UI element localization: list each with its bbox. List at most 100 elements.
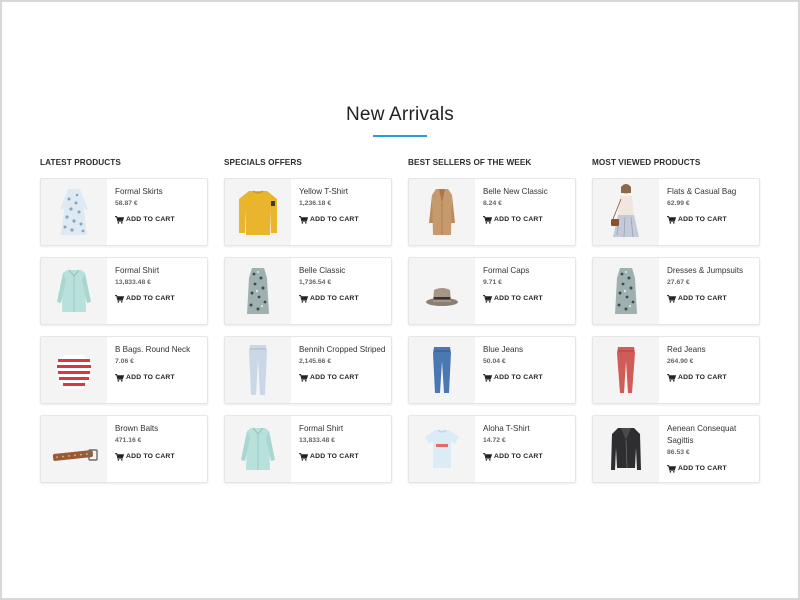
product-info: Formal Caps 9.71 € ADD TO CART — [483, 265, 571, 304]
blue-jeans-image[interactable] — [409, 337, 475, 403]
product-card[interactable]: Red Jeans 264.90 € ADD TO CART — [592, 336, 760, 404]
add-to-cart-button[interactable]: ADD TO CART — [483, 215, 571, 225]
add-to-cart-label: ADD TO CART — [678, 465, 727, 472]
product-card[interactable]: Brown Balts 471.16 € ADD TO CART — [40, 415, 208, 483]
section-header: New Arrivals — [0, 104, 800, 137]
product-card[interactable]: Aenean Consequat Sagittis 86.53 € ADD TO C… — [592, 415, 760, 483]
add-to-cart-label: ADD TO CART — [494, 216, 543, 223]
column-heading: MOST VIEWED PRODUCTS — [592, 158, 701, 167]
add-to-cart-label: ADD TO CART — [310, 374, 359, 381]
camel-coat-image[interactable] — [409, 179, 475, 245]
shopping-cart-icon — [299, 453, 308, 461]
add-to-cart-button[interactable]: ADD TO CART — [115, 373, 203, 383]
add-to-cart-label: ADD TO CART — [310, 295, 359, 302]
product-info: Brown Balts 471.16 € ADD TO CART — [115, 423, 203, 462]
white-tshirt-image[interactable] — [409, 416, 475, 482]
brown-belt-image[interactable] — [41, 416, 107, 482]
product-price: 50.04 € — [483, 358, 506, 365]
product-info: Yellow T-Shirt 1,236.18 € ADD TO CART — [299, 186, 387, 225]
product-name[interactable]: Dresses & Jumpsuits — [667, 265, 755, 277]
add-to-cart-button[interactable]: ADD TO CART — [667, 294, 755, 304]
add-to-cart-label: ADD TO CART — [310, 453, 359, 460]
shopping-cart-icon — [115, 374, 124, 382]
striped-sweater-image[interactable] — [41, 337, 107, 403]
product-name[interactable]: Bennih Cropped Striped — [299, 344, 387, 356]
product-price: 9.71 € — [483, 279, 502, 286]
add-to-cart-button[interactable]: ADD TO CART — [483, 452, 571, 462]
product-info: Dresses & Jumpsuits 27.67 € ADD TO CART — [667, 265, 755, 304]
product-info: Formal Shirt 13,833.48 € ADD TO CART — [115, 265, 203, 304]
mint-shirt-image[interactable] — [41, 258, 107, 324]
product-name[interactable]: Aenean Consequat Sagittis — [667, 423, 755, 447]
add-to-cart-button[interactable]: ADD TO CART — [483, 373, 571, 383]
add-to-cart-button[interactable]: ADD TO CART — [115, 452, 203, 462]
product-name[interactable]: Brown Balts — [115, 423, 203, 435]
product-name[interactable]: Yellow T-Shirt — [299, 186, 387, 198]
product-column: BEST SELLERS OF THE WEEK Belle New Class… — [408, 157, 576, 483]
product-name[interactable]: Blue Jeans — [483, 344, 571, 356]
add-to-cart-button[interactable]: ADD TO CART — [299, 373, 387, 383]
product-card[interactable]: Dresses & Jumpsuits 27.67 € ADD TO CART — [592, 257, 760, 325]
product-card[interactable]: Formal Shirt 13,833.48 € ADD TO CART — [40, 257, 208, 325]
product-column: LATEST PRODUCTS Formal Skirts 58.87 € ADD … — [40, 157, 208, 483]
product-info: Aloha T-Shirt 14.72 € ADD TO CART — [483, 423, 571, 462]
add-to-cart-button[interactable]: ADD TO CART — [299, 294, 387, 304]
product-name[interactable]: Aloha T-Shirt — [483, 423, 571, 435]
product-price: 62.99 € — [667, 200, 690, 207]
product-name[interactable]: Formal Shirt — [115, 265, 203, 277]
add-to-cart-button[interactable]: ADD TO CART — [299, 452, 387, 462]
product-price: 14.72 € — [483, 437, 506, 444]
shopping-cart-icon — [483, 374, 492, 382]
add-to-cart-button[interactable]: ADD TO CART — [667, 215, 755, 225]
product-card[interactable]: Bennih Cropped Striped 2,145.66 € ADD TO C… — [224, 336, 392, 404]
shopping-cart-icon — [299, 216, 308, 224]
add-to-cart-label: ADD TO CART — [678, 295, 727, 302]
add-to-cart-label: ADD TO CART — [678, 216, 727, 223]
product-name[interactable]: Formal Caps — [483, 265, 571, 277]
add-to-cart-button[interactable]: ADD TO CART — [483, 294, 571, 304]
add-to-cart-button[interactable]: ADD TO CART — [115, 294, 203, 304]
product-name[interactable]: Red Jeans — [667, 344, 755, 356]
product-name[interactable]: Formal Shirt — [299, 423, 387, 435]
add-to-cart-button[interactable]: ADD TO CART — [299, 215, 387, 225]
mint-shirt-image[interactable] — [225, 416, 291, 482]
shopping-cart-icon — [667, 374, 676, 382]
red-jeans-image[interactable] — [593, 337, 659, 403]
add-to-cart-label: ADD TO CART — [310, 216, 359, 223]
product-column: MOST VIEWED PRODUCTS Flats & Casual Bag 6… — [592, 157, 760, 483]
add-to-cart-button[interactable]: ADD TO CART — [667, 373, 755, 383]
product-name[interactable]: Belle New Classic — [483, 186, 571, 198]
shopping-cart-icon — [667, 295, 676, 303]
fedora-hat-image[interactable] — [409, 258, 475, 324]
product-card[interactable]: Belle New Classic 8.24 € ADD TO CART — [408, 178, 576, 246]
product-info: B Bags. Round Neck 7.06 € ADD TO CART — [115, 344, 203, 383]
product-card[interactable]: Flats & Casual Bag 62.99 € ADD TO CART — [592, 178, 760, 246]
floral-dress-image[interactable] — [41, 179, 107, 245]
product-name[interactable]: Belle Classic — [299, 265, 387, 277]
product-card[interactable]: Belle Classic 1,736.54 € ADD TO CART — [224, 257, 392, 325]
product-card[interactable]: Formal Shirt 13,833.48 € ADD TO CART — [224, 415, 392, 483]
leather-jacket-image[interactable] — [593, 416, 659, 482]
product-name[interactable]: Formal Skirts — [115, 186, 203, 198]
yellow-sweater-image[interactable] — [225, 179, 291, 245]
light-jeans-image[interactable] — [225, 337, 291, 403]
shopping-cart-icon — [299, 295, 308, 303]
column-heading: SPECIALS OFFERS — [224, 158, 302, 167]
add-to-cart-button[interactable]: ADD TO CART — [667, 464, 755, 474]
add-to-cart-label: ADD TO CART — [126, 216, 175, 223]
add-to-cart-button[interactable]: ADD TO CART — [115, 215, 203, 225]
product-card[interactable]: Formal Caps 9.71 € ADD TO CART — [408, 257, 576, 325]
printed-dress-image[interactable] — [593, 258, 659, 324]
product-name[interactable]: B Bags. Round Neck — [115, 344, 203, 356]
printed-dress-image[interactable] — [225, 258, 291, 324]
product-info: Red Jeans 264.90 € ADD TO CART — [667, 344, 755, 383]
add-to-cart-label: ADD TO CART — [494, 374, 543, 381]
product-card[interactable]: Blue Jeans 50.04 € ADD TO CART — [408, 336, 576, 404]
product-card[interactable]: B Bags. Round Neck 7.06 € ADD TO CART — [40, 336, 208, 404]
product-name[interactable]: Flats & Casual Bag — [667, 186, 755, 198]
product-price: 1,736.54 € — [299, 279, 332, 286]
product-card[interactable]: Yellow T-Shirt 1,236.18 € ADD TO CART — [224, 178, 392, 246]
product-card[interactable]: Formal Skirts 58.87 € ADD TO CART — [40, 178, 208, 246]
model-with-bag-image[interactable] — [593, 179, 659, 245]
product-card[interactable]: Aloha T-Shirt 14.72 € ADD TO CART — [408, 415, 576, 483]
